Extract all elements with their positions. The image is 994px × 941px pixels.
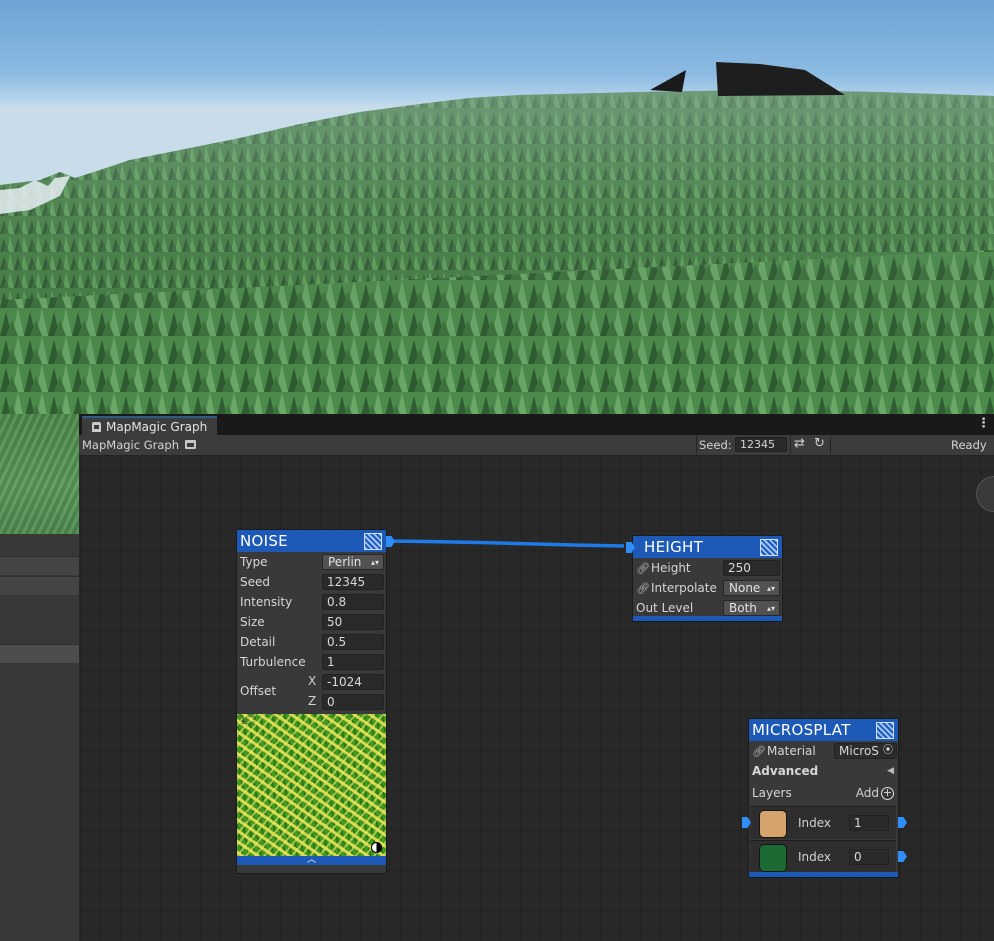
terrain-render — [0, 62, 994, 414]
material-label: 🔗︎Material — [752, 744, 816, 758]
link-icon: 🔗︎ — [636, 562, 650, 575]
inspector-row[interactable] — [0, 556, 79, 575]
inspector-row[interactable] — [0, 644, 79, 663]
scene-viewport-edge — [0, 414, 79, 534]
reload-icon[interactable]: ↻ — [814, 436, 825, 451]
layer-item[interactable]: Index 1 — [750, 806, 896, 839]
seed-label: Seed: — [699, 438, 732, 452]
detail-field[interactable]: 0.5 — [322, 634, 384, 650]
add-layer-button[interactable]: Add + — [856, 786, 894, 800]
size-label: Size — [240, 615, 265, 629]
microsplat-output-icon — [876, 722, 894, 739]
interpolate-dropdown-value: None — [729, 581, 761, 595]
noise-generator-icon — [364, 533, 382, 550]
turbulence-field[interactable]: 1 — [322, 654, 384, 670]
material-value: MicroS — [839, 744, 879, 758]
orientation-gizmo[interactable] — [976, 476, 994, 512]
scene-viewport[interactable] — [0, 0, 994, 414]
outlevel-dropdown-value: Both — [729, 601, 757, 615]
layer-index-label: Index — [798, 850, 832, 864]
object-picker-icon[interactable]: ⦿ — [883, 744, 893, 758]
seed-label: Seed — [240, 575, 270, 589]
link-icon: 🔗︎ — [636, 582, 650, 595]
node-title: HEIGHT — [644, 538, 704, 556]
type-label: Type — [240, 555, 268, 569]
offset-x-field[interactable]: -1024 — [322, 674, 384, 690]
preview-export-icon[interactable]: ⤓⬚ — [241, 715, 255, 726]
size-field[interactable]: 50 — [322, 614, 384, 630]
height-field[interactable]: 250 — [723, 560, 780, 576]
material-object-field[interactable]: MicroS ⦿ — [834, 743, 897, 759]
intensity-label: Intensity — [240, 595, 293, 609]
offset-label: Offset — [240, 684, 277, 698]
layer-color-swatch[interactable] — [759, 810, 787, 838]
height-node-header[interactable]: HEIGHT — [633, 536, 782, 558]
offset-x-label: X — [308, 674, 317, 688]
link-icon: 🔗︎ — [752, 745, 766, 758]
updown-arrows-icon: ▴▾ — [766, 604, 775, 613]
detail-label: Detail — [240, 635, 276, 649]
tab-label: MapMagic Graph — [106, 419, 208, 434]
graph-canvas[interactable]: NOISE Type Perlin ▴▾ Seed 12345 Intensity… — [79, 456, 994, 941]
folder-icon[interactable] — [185, 440, 196, 449]
layer-index-field[interactable]: 0 — [849, 849, 889, 865]
layer-output-port[interactable] — [898, 851, 907, 862]
updown-arrows-icon: ▴▾ — [766, 584, 775, 593]
type-dropdown-value: Perlin — [328, 555, 362, 569]
foldout-arrow-icon[interactable]: ◀ — [887, 766, 894, 776]
height-label-text: Height — [650, 561, 691, 575]
mapmagic-icon — [92, 421, 101, 432]
updown-arrows-icon: ▴▾ — [370, 558, 379, 567]
preview-contrast-icon[interactable] — [371, 842, 382, 853]
refresh-icon[interactable]: ⇄ — [794, 436, 805, 451]
graph-toolbar: MapMagic Graph Seed: 12345 ⇄ ↻ Ready — [79, 435, 994, 456]
seed-field[interactable]: 12345 — [322, 574, 384, 590]
height-output-icon — [760, 539, 778, 556]
height-node[interactable]: HEIGHT 🔗︎Height 250 🔗︎Interpolate None ▴▾… — [626, 535, 783, 622]
node-title: NOISE — [240, 532, 288, 550]
layer-color-swatch[interactable] — [759, 844, 787, 872]
node-title: MICROSPLAT — [752, 721, 851, 739]
layer-index-label: Index — [798, 816, 832, 830]
material-label-text: Material — [766, 744, 816, 758]
noise-node-header[interactable]: NOISE — [237, 530, 386, 552]
turbulence-label: Turbulence — [240, 655, 306, 669]
noise-output-port[interactable] — [386, 536, 395, 547]
interpolate-dropdown[interactable]: None ▴▾ — [723, 580, 780, 596]
noise-node[interactable]: NOISE Type Perlin ▴▾ Seed 12345 Intensity… — [236, 529, 395, 874]
mapmagic-graph-window: MapMagic Graph ⋮ MapMagic Graph Seed: 12… — [79, 414, 994, 941]
outlevel-dropdown[interactable]: Both ▴▾ — [723, 600, 780, 616]
intensity-field[interactable]: 0.8 — [322, 594, 384, 610]
advanced-label: Advanced — [752, 764, 819, 778]
offset-z-label: Z — [308, 694, 317, 708]
graph-name[interactable]: MapMagic Graph — [82, 438, 179, 452]
add-circle-icon: + — [881, 785, 894, 800]
collapse-preview-icon[interactable]: ︿ — [237, 856, 386, 865]
advanced-foldout[interactable]: Advanced ◀ — [749, 761, 898, 781]
seed-input[interactable]: 12345 — [735, 437, 787, 452]
add-label: Add — [855, 786, 879, 800]
offset-z-field[interactable]: 0 — [322, 694, 384, 710]
type-dropdown[interactable]: Perlin ▴▾ — [322, 554, 384, 570]
outlevel-label: Out Level — [636, 601, 694, 615]
inspector-row[interactable] — [0, 576, 79, 595]
microsplat-node[interactable]: MICROSPLAT 🔗︎Material MicroS ⦿ Advanced ◀… — [742, 718, 907, 878]
noise-preview-image[interactable]: ⤓⬚ ︿ — [237, 714, 386, 865]
tab-bar: MapMagic Graph ⋮ — [79, 414, 994, 435]
tab-mapmagic-graph[interactable]: MapMagic Graph — [82, 416, 218, 435]
inspector-panel — [0, 534, 79, 941]
more-options-icon[interactable]: ⋮ — [977, 416, 990, 431]
interpolate-label-text: Interpolate — [650, 581, 717, 595]
layer-output-port[interactable] — [898, 817, 907, 828]
layer-item[interactable]: Index 0 — [750, 840, 896, 873]
status-text: Ready — [951, 438, 987, 452]
layer-index-field[interactable]: 1 — [849, 815, 889, 831]
layers-label: Layers — [752, 786, 792, 800]
height-label: 🔗︎Height — [636, 561, 691, 575]
microsplat-node-header[interactable]: MICROSPLAT — [749, 719, 898, 741]
interpolate-label: 🔗︎Interpolate — [636, 581, 717, 595]
